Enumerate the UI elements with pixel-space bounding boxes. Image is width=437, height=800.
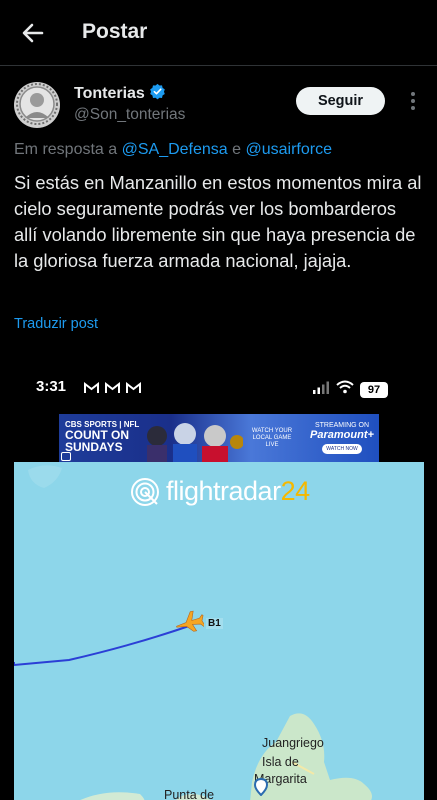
reply-context: Em resposta a @SA_Defensa e @usairforce [14,141,332,159]
airplane-icon[interactable] [174,610,206,639]
mention-link[interactable]: @usairforce [246,141,333,158]
author-name-row: Tonterias [74,83,166,105]
ad-streaming: STREAMING ON Paramount+ WATCH NOW [309,422,375,454]
ad-info-icon[interactable] [61,452,71,461]
flightradar-logo: flightradar24 [130,476,310,507]
avatar[interactable] [14,82,60,128]
paramount-logo: Paramount+ [310,429,374,441]
author-name[interactable]: Tonterias [74,85,145,103]
reply-prefix: Em resposta a [14,141,118,158]
gmail-icon [126,381,141,399]
mention-link[interactable]: @SA_Defensa [122,141,228,158]
wifi-icon [336,380,354,399]
signal-icon [312,381,330,399]
flight-callsign-label[interactable]: B1 [206,618,223,629]
radar-icon [131,477,159,506]
status-bar-right: 97 [312,380,388,399]
notification-icons [84,381,141,399]
gmail-icon [84,381,99,399]
ad-headline: CBS SPORTS | NFL COUNT ON SUNDAYS [65,420,139,453]
logo-number-text: 24 [280,476,311,506]
map-place-label: Punta de [164,788,215,800]
author-handle[interactable]: @Son_tonterias [74,106,185,124]
map-place-label: Juangriego [262,736,324,750]
gmail-icon [105,381,120,399]
ad-headline-line2: SUNDAYS [65,440,123,454]
ad-players-image [147,423,243,462]
back-arrow-icon[interactable] [18,18,48,48]
page-title: Postar [82,20,148,43]
logo-main-text: flightradar [166,476,281,506]
reply-conjunction: e [232,141,242,158]
top-bar: Postar [0,0,437,66]
map-place-label: Isla de [262,755,299,769]
post-media-image[interactable]: 3:31 97 CBS SPORTS | NFL COUNT ON SUNDAY… [14,362,424,800]
ad-streaming-label: STREAMING ON [314,422,370,429]
follow-button[interactable]: Seguir [296,87,385,115]
ad-subtext: WATCH YOUR LOCAL GAME LIVE [251,428,293,448]
ad-banner[interactable]: CBS SPORTS | NFL COUNT ON SUNDAYS WATCH … [59,414,379,462]
translate-post-link[interactable]: Traduzir post [14,316,98,332]
flightradar-wordmark: flightradar24 [166,476,310,507]
flight-map[interactable]: flightradar24 B1 Juangriego Isla de Marg… [14,462,424,800]
post-text: Si estás en Manzanillo en estos momentos… [14,172,422,271]
more-options-icon[interactable] [402,88,424,114]
map-canvas [14,465,372,800]
ad-watch-now-button[interactable]: WATCH NOW [322,444,362,454]
status-bar-time: 3:31 [36,378,67,395]
verified-badge-icon [149,83,166,105]
location-pin-icon[interactable] [253,777,269,800]
battery-icon: 97 [360,381,388,398]
